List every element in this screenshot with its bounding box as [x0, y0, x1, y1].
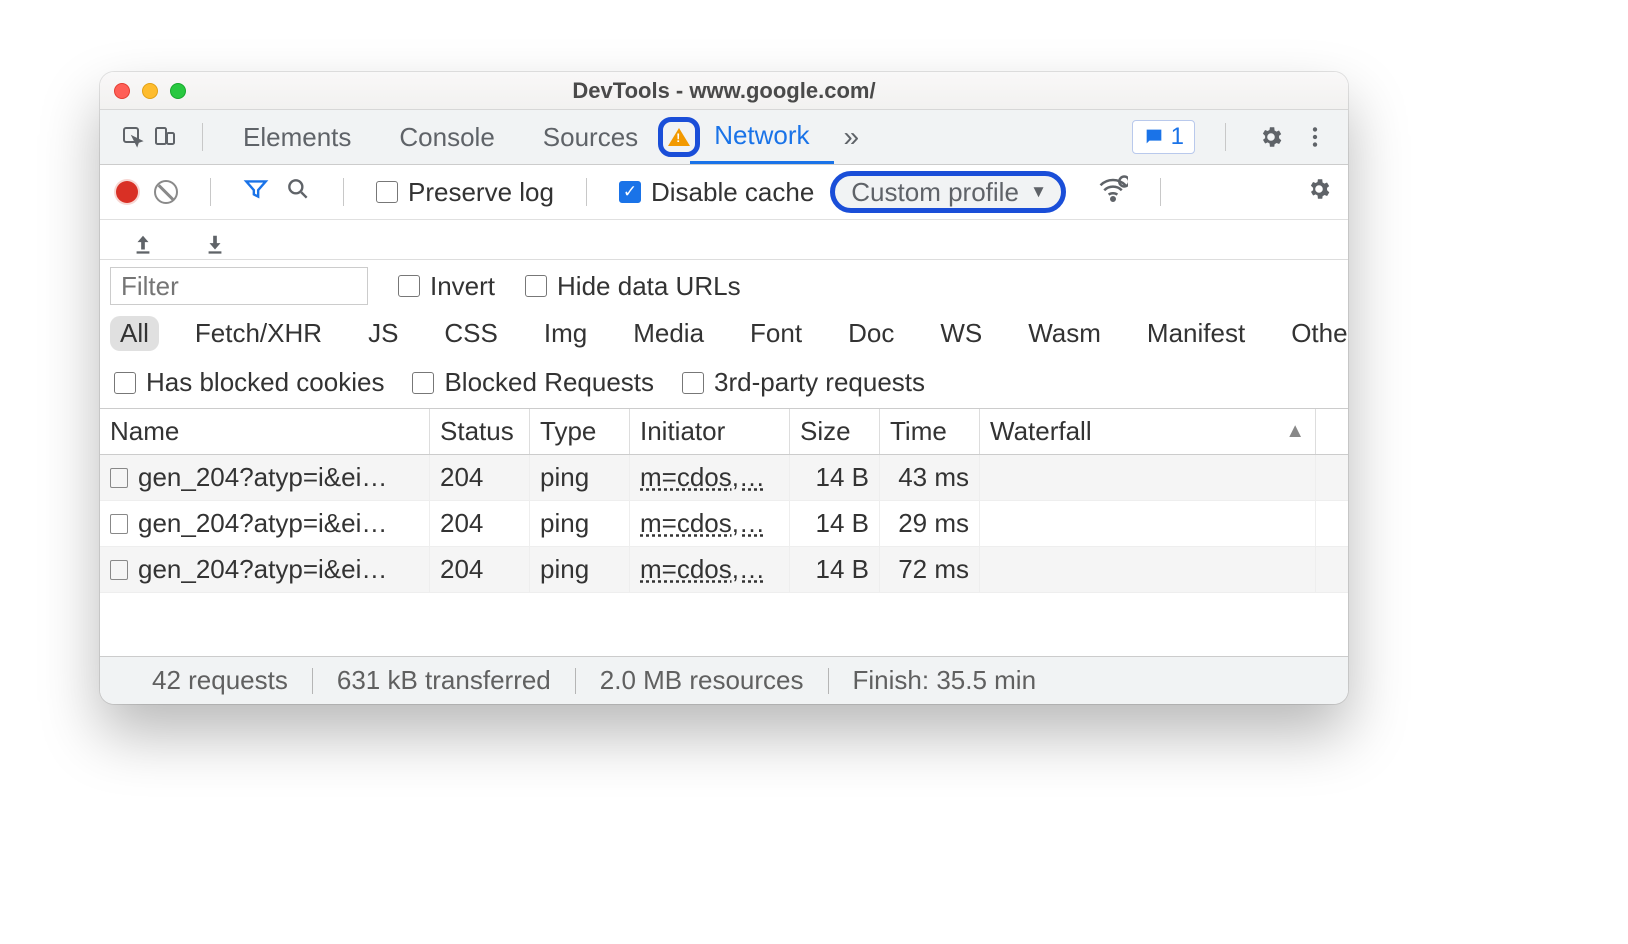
waterfall-cell [980, 455, 1316, 500]
type-css[interactable]: CSS [434, 316, 507, 351]
issues-count: 1 [1171, 123, 1184, 151]
col-status[interactable]: Status [430, 409, 530, 454]
minimize-window-button[interactable] [142, 83, 158, 99]
invert-option[interactable]: Invert [398, 271, 495, 302]
col-size[interactable]: Size [790, 409, 880, 454]
third-party-option[interactable]: 3rd-party requests [682, 367, 925, 398]
file-icon [110, 468, 128, 488]
type-js[interactable]: JS [358, 316, 408, 351]
disable-cache-option[interactable]: ✓ Disable cache [619, 177, 814, 208]
clear-button[interactable] [154, 180, 178, 204]
maximize-window-button[interactable] [170, 83, 186, 99]
preserve-log-option[interactable]: Preserve log [376, 177, 554, 208]
tab-console[interactable]: Console [375, 110, 518, 164]
type-fetch-xhr[interactable]: Fetch/XHR [185, 316, 332, 351]
type-img[interactable]: Img [534, 316, 597, 351]
divider [586, 178, 587, 206]
issues-chip[interactable]: 1 [1132, 120, 1195, 154]
requests-table: Name Status Type Initiator Size Time Wat… [100, 409, 1348, 656]
tab-sources[interactable]: Sources [519, 110, 662, 164]
record-button[interactable] [116, 181, 138, 203]
hide-data-urls-option[interactable]: Hide data URLs [525, 271, 741, 302]
preserve-log-label: Preserve log [408, 177, 554, 208]
network-toolbar: Preserve log ✓ Disable cache Custom prof… [100, 165, 1348, 220]
issues-icon [1143, 126, 1165, 148]
blocked-requests-option[interactable]: Blocked Requests [412, 367, 654, 398]
settings-icon[interactable] [1256, 122, 1286, 152]
col-name[interactable]: Name [100, 409, 430, 454]
col-waterfall[interactable]: Waterfall▲ [980, 409, 1316, 454]
filter-input[interactable] [110, 267, 368, 305]
search-icon[interactable] [285, 176, 311, 209]
close-window-button[interactable] [114, 83, 130, 99]
table-row[interactable]: gen_204?atyp=i&ei… 204 ping m=cdos,… 14 … [100, 547, 1348, 593]
type-manifest[interactable]: Manifest [1137, 316, 1255, 351]
har-toolbar [100, 220, 1348, 260]
filter-bar: Invert Hide data URLs [100, 260, 1348, 312]
table-row[interactable]: gen_204?atyp=i&ei… 204 ping m=cdos,… 14 … [100, 501, 1348, 547]
status-transferred: 631 kB transferred [313, 665, 575, 696]
status-requests: 42 requests [128, 665, 312, 696]
initiator-link[interactable]: m=cdos,… [640, 554, 765, 585]
kebab-menu-icon[interactable] [1300, 122, 1330, 152]
resource-type-filter: All Fetch/XHR JS CSS Img Media Font Doc … [100, 312, 1348, 359]
type-font[interactable]: Font [740, 316, 812, 351]
col-type[interactable]: Type [530, 409, 630, 454]
divider [202, 123, 203, 151]
throttling-value: Custom profile [851, 177, 1019, 208]
status-resources: 2.0 MB resources [576, 665, 828, 696]
waterfall-cell [980, 501, 1316, 546]
network-conditions-icon[interactable] [1098, 174, 1128, 211]
tab-network[interactable]: Network [690, 110, 833, 164]
type-wasm[interactable]: Wasm [1018, 316, 1111, 351]
divider [1225, 123, 1226, 151]
blocked-cookies-option[interactable]: Has blocked cookies [114, 367, 384, 398]
status-bar: 42 requests 631 kB transferred 2.0 MB re… [100, 656, 1348, 704]
col-time[interactable]: Time [880, 409, 980, 454]
panel-tabstrip: Elements Console Sources Network » 1 [100, 110, 1348, 165]
table-row[interactable]: gen_204?atyp=i&ei… 204 ping m=cdos,… 14 … [100, 455, 1348, 501]
initiator-link[interactable]: m=cdos,… [640, 508, 765, 539]
divider [1160, 178, 1161, 206]
export-har-icon[interactable] [124, 218, 162, 262]
inspect-element-icon[interactable] [118, 122, 148, 152]
initiator-link[interactable]: m=cdos,… [640, 462, 765, 493]
disable-cache-label: Disable cache [651, 177, 814, 208]
file-icon [110, 514, 128, 534]
preserve-log-checkbox[interactable] [376, 181, 398, 203]
table-body[interactable]: gen_204?atyp=i&ei… 204 ping m=cdos,… 14 … [100, 455, 1348, 656]
more-tabs-button[interactable]: » [834, 110, 870, 164]
col-initiator[interactable]: Initiator [630, 409, 790, 454]
disable-cache-checkbox[interactable]: ✓ [619, 181, 641, 203]
window-titlebar: DevTools - www.google.com/ [100, 72, 1348, 110]
devtools-window: DevTools - www.google.com/ Elements Cons… [100, 72, 1348, 704]
type-other[interactable]: Other [1281, 316, 1348, 351]
window-title: DevTools - www.google.com/ [100, 78, 1348, 104]
type-ws[interactable]: WS [930, 316, 992, 351]
type-all[interactable]: All [110, 316, 159, 351]
type-media[interactable]: Media [623, 316, 714, 351]
status-finish: Finish: 35.5 min [829, 665, 1061, 696]
chevron-down-icon: ▼ [1030, 182, 1047, 202]
divider [343, 178, 344, 206]
divider [210, 178, 211, 206]
sort-indicator-icon: ▲ [1285, 420, 1305, 443]
waterfall-cell [980, 547, 1316, 592]
type-doc[interactable]: Doc [838, 316, 904, 351]
import-har-icon[interactable] [196, 218, 234, 262]
throttling-select[interactable]: Custom profile ▼ [830, 171, 1066, 213]
table-header: Name Status Type Initiator Size Time Wat… [100, 409, 1348, 455]
filter-toggle-icon[interactable] [243, 176, 269, 209]
warning-indicator-icon[interactable] [658, 117, 700, 157]
panel-settings-icon[interactable] [1306, 176, 1332, 209]
window-controls [114, 83, 186, 99]
tab-elements[interactable]: Elements [219, 110, 375, 164]
device-toolbar-icon[interactable] [150, 122, 180, 152]
file-icon [110, 560, 128, 580]
extra-filters: Has blocked cookies Blocked Requests 3rd… [100, 359, 1348, 409]
